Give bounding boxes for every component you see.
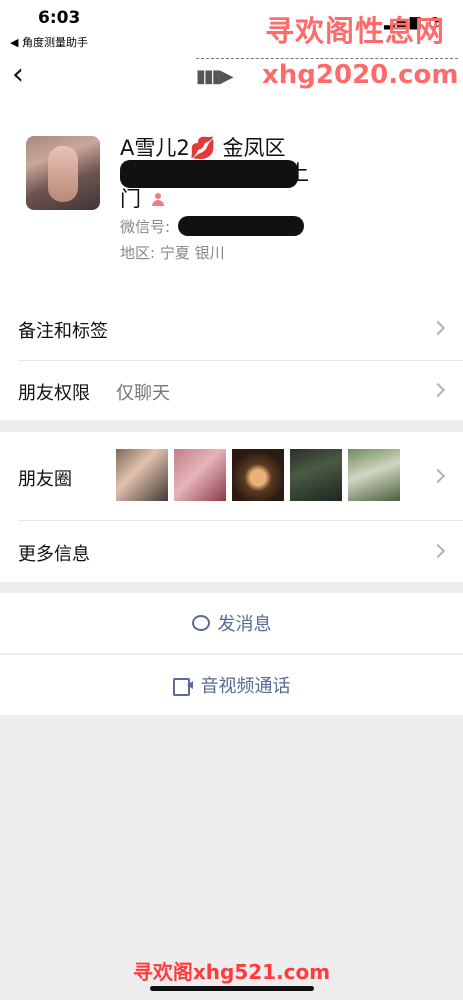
moment-thumbnail	[348, 449, 400, 501]
chevron-right-icon	[430, 320, 446, 336]
region-text: 地区: 宁夏 银川	[120, 244, 225, 262]
redaction-bar	[120, 160, 298, 188]
remarks-tags-label: 备注和标签	[18, 321, 108, 342]
more-info-row[interactable]: 更多信息	[0, 520, 463, 582]
watermark-top: 寻欢阁性息网	[264, 14, 445, 48]
moments-label: 朋友圈	[18, 469, 72, 490]
female-gender-icon	[151, 193, 165, 207]
profile-card: A雪儿2💋 金凤区 16809575046不上门 微信号: ml59627211…	[0, 112, 463, 298]
back-chevron-icon[interactable]: ‹	[12, 60, 24, 90]
watermark-bottom: 寻欢阁xhg521.com	[132, 960, 331, 984]
moment-thumbnail	[116, 449, 168, 501]
moment-thumbnail	[232, 449, 284, 501]
remarks-tags-row[interactable]: 备注和标签	[0, 298, 463, 360]
avatar[interactable]	[26, 136, 100, 210]
chat-bubble-icon	[191, 615, 210, 631]
send-message-button[interactable]: 发消息	[0, 593, 463, 653]
friend-permissions-label: 朋友权限	[18, 383, 90, 404]
watermark-arrow-icon: ▮▮▮▶	[196, 66, 234, 87]
av-call-button[interactable]: 音视频通话	[0, 655, 463, 715]
av-call-label: 音视频通话	[200, 676, 291, 697]
wechat-id-label: 微信号:	[120, 218, 171, 236]
friend-permissions-value: 仅聊天	[116, 383, 170, 404]
divider	[18, 360, 463, 361]
chevron-right-icon	[430, 543, 446, 559]
chevron-right-icon	[430, 382, 446, 398]
status-time: 6:03	[38, 8, 81, 28]
send-message-label: 发消息	[217, 614, 272, 635]
moment-thumbnail	[290, 449, 342, 501]
friend-permissions-row[interactable]: 朋友权限 仅聊天	[0, 360, 463, 420]
home-indicator[interactable]	[150, 986, 314, 991]
moments-row[interactable]: 朋友圈	[0, 432, 463, 520]
contact-name: A雪儿2💋 金凤区	[120, 136, 286, 160]
moments-thumbnails	[116, 449, 400, 501]
watermark-url: xhg2020.com	[262, 60, 459, 90]
chevron-right-icon	[430, 468, 446, 484]
wechat-redaction-bar	[178, 216, 304, 236]
more-info-label: 更多信息	[18, 544, 90, 565]
video-camera-icon	[172, 678, 193, 696]
divider	[18, 520, 463, 521]
back-to-app-link[interactable]: ◀ 角度测量助手	[10, 34, 88, 50]
moment-thumbnail	[174, 449, 226, 501]
